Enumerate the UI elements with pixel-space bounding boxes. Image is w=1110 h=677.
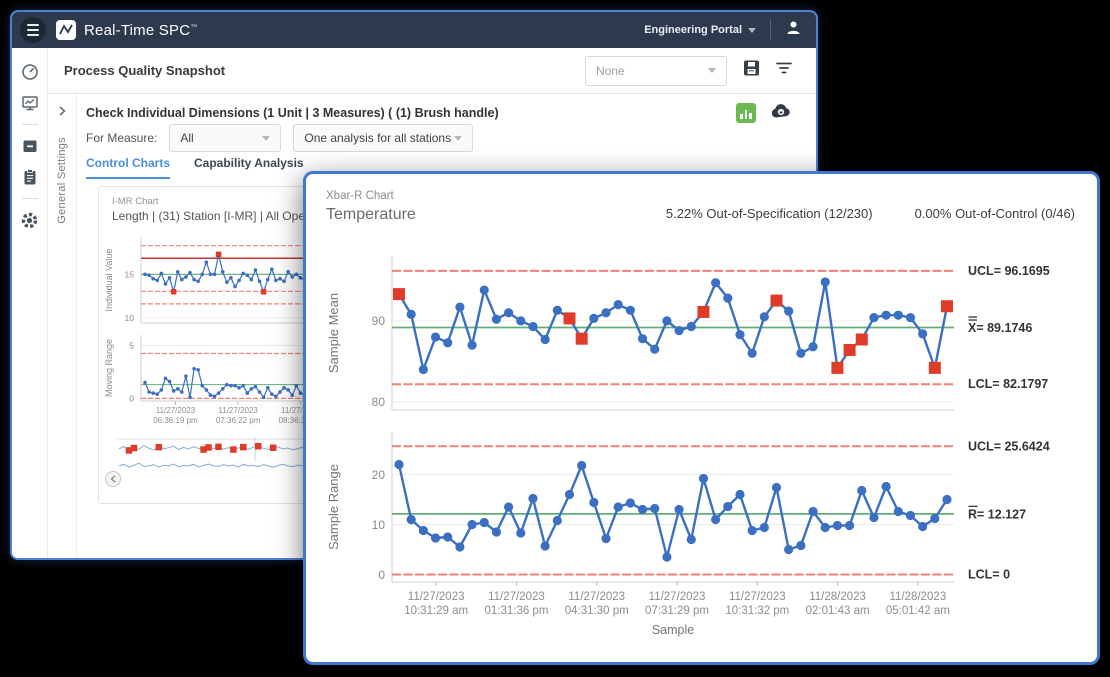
general-settings-panel: General Settings bbox=[48, 94, 77, 558]
svg-text:11/27/2023: 11/27/2023 bbox=[729, 591, 786, 603]
svg-text:11/27/2023: 11/27/2023 bbox=[568, 591, 625, 603]
analysis-mode-select[interactable]: One analysis for all stations bbox=[293, 124, 473, 152]
chart-stats: 5.22% Out-of-Specification (12/230) 0.00… bbox=[666, 206, 1075, 221]
sidebar bbox=[12, 48, 48, 558]
archive-box-icon[interactable] bbox=[20, 136, 40, 156]
svg-text:10: 10 bbox=[372, 518, 386, 532]
svg-text:11/27/2023: 11/27/2023 bbox=[649, 591, 706, 603]
svg-text:UCL= 96.1695: UCL= 96.1695 bbox=[968, 264, 1050, 278]
dashboard-gauge-icon[interactable] bbox=[20, 62, 40, 82]
menu-icon[interactable] bbox=[20, 17, 46, 43]
svg-text:07:31:29 pm: 07:31:29 pm bbox=[645, 605, 709, 617]
svg-text:0: 0 bbox=[378, 568, 385, 582]
svg-text:Sample Mean: Sample Mean bbox=[326, 293, 341, 373]
svg-text:90: 90 bbox=[372, 314, 386, 328]
svg-text:Sample: Sample bbox=[652, 623, 694, 637]
sidebar-divider bbox=[22, 198, 38, 199]
preset-select[interactable]: None bbox=[585, 56, 727, 86]
svg-text:80: 80 bbox=[372, 395, 386, 409]
for-measure-label: For Measure: bbox=[86, 131, 157, 145]
svg-text:06:36:19 pm: 06:36:19 pm bbox=[153, 416, 198, 425]
strip-pan-handle[interactable] bbox=[106, 472, 121, 487]
xbar-r-window: Xbar-R Chart Temperature 5.22% Out-of-Sp… bbox=[303, 171, 1100, 665]
gear-icon[interactable] bbox=[20, 210, 40, 230]
screen: Real-Time SPC™ Engineering Portal bbox=[0, 0, 1110, 677]
user-icon[interactable] bbox=[785, 19, 802, 41]
logo-zigzag-icon bbox=[56, 20, 76, 40]
analyze-chart-icon[interactable] bbox=[736, 103, 756, 123]
svg-text:0: 0 bbox=[129, 393, 134, 403]
tab-control-charts[interactable]: Control Charts bbox=[86, 156, 170, 179]
svg-text:02:01:43 am: 02:01:43 am bbox=[806, 605, 870, 617]
svg-text:UCL= 25.6424: UCL= 25.6424 bbox=[968, 439, 1050, 453]
svg-text:LCL= 0: LCL= 0 bbox=[968, 568, 1010, 582]
svg-text:5: 5 bbox=[129, 341, 134, 351]
svg-text:07:36:22 pm: 07:36:22 pm bbox=[216, 416, 261, 425]
svg-text:X= 89.1746: X= 89.1746 bbox=[968, 321, 1032, 335]
portal-selector[interactable]: Engineering Portal bbox=[644, 24, 742, 36]
svg-text:20: 20 bbox=[372, 468, 386, 482]
analysis-title: Check Individual Dimensions (1 Unit | 3 … bbox=[86, 106, 499, 120]
tab-bar: Control Charts Capability Analysis bbox=[86, 156, 304, 179]
save-icon[interactable] bbox=[743, 59, 760, 82]
sidebar-divider bbox=[22, 124, 38, 125]
svg-text:05:01:42 am: 05:01:42 am bbox=[886, 605, 950, 617]
svg-text:10: 10 bbox=[125, 313, 135, 323]
clipboard-icon[interactable] bbox=[20, 167, 40, 187]
xbar-chart-subtitle: Temperature bbox=[326, 206, 416, 224]
svg-text:04:31:30 pm: 04:31:30 pm bbox=[565, 605, 629, 617]
svg-text:R= 12.127: R= 12.127 bbox=[968, 507, 1026, 521]
trademark: ™ bbox=[190, 24, 197, 31]
svg-text:10:31:29 am: 10:31:29 am bbox=[404, 605, 468, 617]
svg-text:11/27/2023: 11/27/2023 bbox=[488, 591, 545, 603]
tab-capability-analysis[interactable]: Capability Analysis bbox=[194, 156, 304, 179]
svg-text:15: 15 bbox=[125, 269, 135, 279]
xbar-r-chart[interactable]: Sample Mean 80 90 UCL= 96.1695 X= 89.1746 LCL… bbox=[314, 240, 1092, 652]
header-divider bbox=[770, 19, 771, 41]
svg-text:Moving Range: Moving Range bbox=[104, 339, 114, 397]
imr-chart-type-label: I-MR Chart bbox=[112, 196, 158, 207]
svg-text:11/27/2023: 11/27/2023 bbox=[156, 406, 196, 415]
svg-text:11/27/2023: 11/27/2023 bbox=[218, 406, 258, 415]
measure-select[interactable]: All bbox=[169, 124, 281, 152]
svg-text:11/27/2023: 11/27/2023 bbox=[408, 591, 465, 603]
chevron-right-icon[interactable] bbox=[55, 104, 69, 123]
out-of-spec-stat: 5.22% Out-of-Specification (12/230) bbox=[666, 206, 873, 221]
chevron-down-icon bbox=[454, 136, 462, 141]
overview-strip-chart[interactable] bbox=[103, 435, 321, 491]
chevron-down-icon bbox=[262, 136, 270, 141]
app-title: Real-Time SPC™ bbox=[84, 22, 197, 39]
svg-text:Sample Range: Sample Range bbox=[326, 464, 341, 550]
out-of-control-stat: 0.00% Out-of-Control (0/46) bbox=[915, 206, 1075, 221]
svg-text:Individual Value: Individual Value bbox=[104, 249, 114, 312]
chevron-down-icon bbox=[708, 68, 716, 73]
svg-text:01:31:36 pm: 01:31:36 pm bbox=[484, 605, 548, 617]
toolbar: Process Quality Snapshot None bbox=[48, 48, 816, 94]
general-settings-label[interactable]: General Settings bbox=[56, 137, 68, 224]
page-title: Process Quality Snapshot bbox=[64, 63, 225, 78]
svg-text:11/28/2023: 11/28/2023 bbox=[809, 591, 866, 603]
monitor-chart-icon[interactable] bbox=[20, 93, 40, 113]
svg-text:11/28/2023: 11/28/2023 bbox=[890, 591, 947, 603]
filter-icon[interactable] bbox=[776, 60, 792, 81]
chevron-down-icon bbox=[748, 28, 756, 33]
imr-chart[interactable]: Individual Value 10 15 Moving Range 0 5 11/27/… bbox=[101, 229, 333, 431]
cloud-download-icon[interactable] bbox=[770, 102, 792, 124]
svg-text:LCL= 82.1797: LCL= 82.1797 bbox=[968, 377, 1048, 391]
xbar-chart-type-label: Xbar-R Chart bbox=[326, 190, 394, 202]
svg-text:10:31:32 pm: 10:31:32 pm bbox=[725, 605, 789, 617]
app-header: Real-Time SPC™ Engineering Portal bbox=[12, 12, 816, 48]
